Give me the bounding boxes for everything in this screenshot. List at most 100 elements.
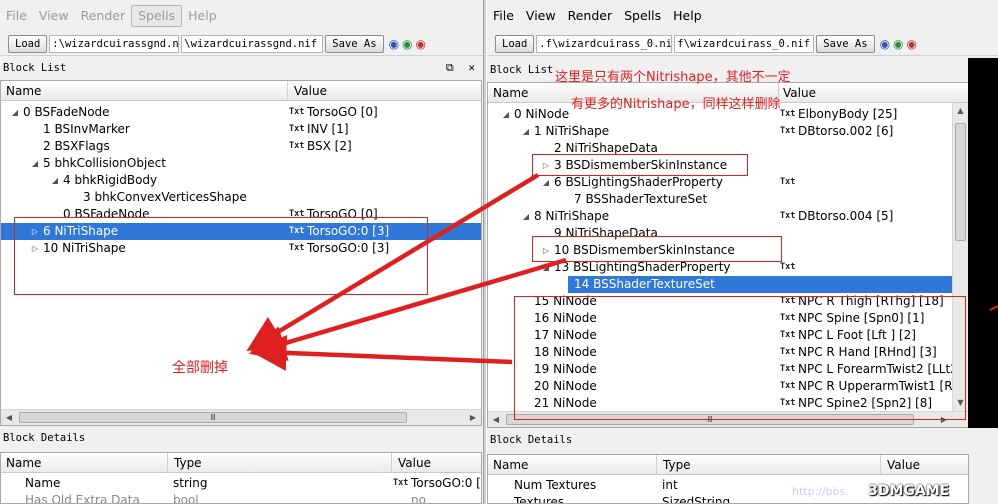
tree-row[interactable]: ▷ 3 BSDismemberSkinInstance	[488, 157, 952, 174]
menu-file[interactable]: File	[0, 6, 33, 26]
vscroll-thumb[interactable]	[955, 123, 966, 241]
tree-row[interactable]: ◢ 4 bhkRigidBody	[1, 172, 481, 189]
details-col-value[interactable]: Value	[882, 455, 920, 475]
details-col-value[interactable]: Value	[393, 453, 431, 473]
scroll-thumb[interactable]: Ⅲ	[506, 414, 914, 425]
col-header-name[interactable]: Name	[1, 81, 41, 101]
details-col-type[interactable]: Type	[169, 453, 202, 473]
tree-expander-icon[interactable]: ▷	[541, 157, 551, 174]
red-eye-icon[interactable]: ◉	[416, 36, 426, 52]
column-separator[interactable]	[656, 455, 657, 475]
menu-file[interactable]: File	[487, 6, 520, 26]
col-header-value[interactable]: Value	[778, 83, 816, 103]
menu-spells[interactable]: Spells	[618, 6, 667, 26]
render-viewport[interactable]	[968, 58, 998, 428]
details-row-value[interactable]: TorsoGO:0 [3	[411, 475, 481, 492]
tree-row[interactable]: 15 NiNode Txt NPC R Thigh [RThg] [18]	[488, 293, 952, 310]
tree-expander-icon[interactable]: ▷	[30, 223, 40, 240]
tree-row[interactable]: ◢ 6 BSLightingShaderProperty Txt	[488, 174, 952, 191]
tree-row[interactable]: 18 NiNode Txt NPC R Hand [RHnd] [3]	[488, 344, 952, 361]
menu-spells[interactable]: Spells	[131, 5, 183, 27]
details-row-name: Num Textures	[514, 478, 597, 492]
tree-expander-icon[interactable]: ◢	[541, 259, 551, 276]
tree-row[interactable]: ◢ 0 BSFadeNode Txt TorsoGO [0]	[1, 104, 481, 121]
tree-row[interactable]: 1 BSInvMarker Txt INV [1]	[1, 121, 481, 138]
column-separator[interactable]	[880, 455, 881, 475]
tree-row[interactable]: 3 bhkConvexVerticesShape	[1, 189, 481, 206]
details-row-value[interactable]: no	[411, 492, 426, 503]
col-header-name[interactable]: Name	[488, 83, 528, 103]
details-col-name[interactable]: Name	[488, 455, 528, 475]
column-separator[interactable]	[287, 81, 288, 101]
save-as-button[interactable]: Save As	[325, 34, 384, 53]
column-separator[interactable]	[167, 453, 168, 473]
scroll-up-arrow-icon[interactable]: ▲	[953, 103, 968, 119]
menu-render[interactable]: Render	[562, 6, 619, 26]
menu-render[interactable]: Render	[75, 6, 132, 26]
tree-row[interactable]: ▷ 10 NiTriShape Txt TorsoGO:0 [3]	[1, 240, 481, 257]
tree-row[interactable]: 7 BSShaderTextureSet	[488, 191, 952, 208]
save-path-field[interactable]: f\wizardcuirass_0.nif	[674, 34, 815, 53]
tree-expander-icon[interactable]: ◢	[30, 155, 40, 172]
scroll-right-arrow-icon[interactable]: ▶	[936, 412, 952, 427]
details-col-name[interactable]: Name	[1, 453, 41, 473]
tree-row[interactable]: ◢ 8 NiTriShape Txt DBtorso.004 [5]	[488, 208, 952, 225]
col-header-value[interactable]: Value	[289, 81, 327, 101]
scroll-left-arrow-icon[interactable]: ◀	[1, 410, 17, 425]
menu-view[interactable]: View	[33, 6, 75, 26]
column-separator[interactable]	[391, 453, 392, 473]
scroll-thumb[interactable]: Ⅲ	[19, 412, 407, 423]
details-row[interactable]: Name string Txt TorsoGO:0 [3	[1, 475, 481, 492]
load-button[interactable]: Load	[495, 34, 535, 53]
block-details-table[interactable]: Name Type Value Name string Txt TorsoGO:…	[0, 452, 482, 504]
scroll-left-arrow-icon[interactable]: ◀	[488, 412, 504, 427]
tree-row[interactable]: 19 NiNode Txt NPC L ForearmTwist2 [LLt2	[488, 361, 958, 378]
tree-row[interactable]: 21 NiNode Txt NPC Spine2 [Spn2] [8]	[488, 395, 952, 412]
tree-row[interactable]: 17 NiNode Txt NPC L Foot [Lft ] [2]	[488, 327, 952, 344]
block-list-tree[interactable]: Name Value ◢ 0 BSFadeNode Txt TorsoGO [0] 1 …	[0, 80, 482, 426]
menu-view[interactable]: View	[520, 6, 562, 26]
menu-help[interactable]: Help	[667, 6, 708, 26]
tree-expander-icon[interactable]: ▷	[30, 240, 40, 257]
tree-expander-icon[interactable]: ◢	[521, 123, 531, 140]
tree-expander-icon[interactable]: ◢	[521, 208, 531, 225]
block-list-hscrollbar[interactable]: ◀ Ⅲ ▶	[488, 411, 968, 427]
dock-float-close-icons[interactable]: ⧉ ✕	[446, 58, 479, 78]
tree-row[interactable]: 16 NiNode Txt NPC Spine [Spn0] [1]	[488, 310, 952, 327]
save-path-field[interactable]: \wizardcuirassgnd.nif	[181, 34, 324, 53]
tree-row[interactable]: 2 NiTriShapeData	[488, 140, 952, 157]
tree-row[interactable]: 2 BSXFlags Txt BSX [2]	[1, 138, 481, 155]
save-as-button[interactable]: Save As	[816, 34, 875, 53]
tree-expander-icon[interactable]: ▷	[541, 242, 551, 259]
tree-row[interactable]: ▷ 10 BSDismemberSkinInstance	[488, 242, 952, 259]
details-col-type[interactable]: Type	[658, 455, 691, 475]
tree-row[interactable]: 20 NiNode Txt NPC R UpperarmTwist1 [RU	[488, 378, 961, 395]
tree-expander-icon[interactable]: ◢	[50, 172, 60, 189]
load-button[interactable]: Load	[8, 34, 48, 53]
block-list-vscrollbar[interactable]: ▲ ▼	[952, 103, 968, 411]
blue-eye-icon[interactable]: ◉	[880, 36, 890, 52]
green-eye-icon[interactable]: ◉	[893, 36, 903, 52]
blue-eye-icon[interactable]: ◉	[389, 36, 399, 52]
details-row[interactable]: Has Old Extra Data bool no	[1, 492, 481, 503]
tree-expander-icon[interactable]: ◢	[501, 106, 511, 123]
tree-expander-icon[interactable]: ◢	[10, 104, 20, 121]
scroll-down-arrow-icon[interactable]: ▼	[953, 395, 968, 411]
load-path-field[interactable]: .f\wizardcuirass_0.nif	[536, 34, 673, 53]
tree-row-value: INV [1]	[307, 122, 349, 136]
tree-row[interactable]: ◢ 1 NiTriShape Txt DBtorso.002 [6]	[488, 123, 952, 140]
green-eye-icon[interactable]: ◉	[402, 36, 412, 52]
block-list-tree[interactable]: Name Value ◢ 0 NiNode Txt ElbonyBody [25] ◢ 1…	[487, 82, 969, 428]
tree-row[interactable]: ◢ 13 BSLightingShaderProperty Txt	[488, 259, 952, 276]
red-eye-icon[interactable]: ◉	[907, 36, 917, 52]
tree-row[interactable]: 14 BSShaderTextureSet	[568, 276, 952, 293]
tree-row[interactable]: ◢ 5 bhkCollisionObject	[1, 155, 481, 172]
tree-row[interactable]: 9 NiTriShapeData	[488, 225, 952, 242]
block-list-hscrollbar[interactable]: ◀ Ⅲ ▶	[1, 409, 481, 425]
tree-expander-icon[interactable]: ◢	[541, 174, 551, 191]
load-path-field[interactable]: :\wizardcuirassgnd.nif	[49, 34, 180, 53]
menu-help[interactable]: Help	[182, 6, 223, 26]
scroll-right-arrow-icon[interactable]: ▶	[465, 410, 481, 425]
tree-row[interactable]: ▷ 6 NiTriShape Txt TorsoGO:0 [3]	[1, 223, 481, 240]
tree-row[interactable]: 0 BSFadeNode Txt TorsoGO [0]	[1, 206, 481, 223]
